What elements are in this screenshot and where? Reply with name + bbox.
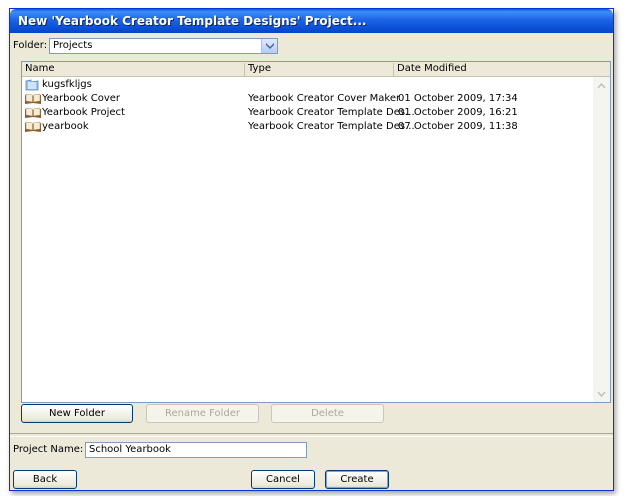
folder-icon <box>25 79 39 91</box>
file-type: Yearbook Creator Template Des... <box>248 107 415 118</box>
separator <box>10 433 613 437</box>
book-icon <box>25 121 41 132</box>
book-icon <box>25 107 41 118</box>
file-list[interactable]: Name Type Date Modified kugsfkljgs Yearb… <box>21 61 611 403</box>
file-row[interactable]: Yearbook Cover Yearbook Creator Cover Ma… <box>22 92 594 106</box>
file-row[interactable]: kugsfkljgs <box>22 78 594 92</box>
file-type: Yearbook Creator Template Des... <box>248 121 415 132</box>
file-row[interactable]: Yearbook Project Yearbook Creator Templa… <box>22 106 594 120</box>
folder-label: Folder: <box>13 40 48 51</box>
column-header-type[interactable]: Type <box>245 63 394 76</box>
file-date: 01 October 2009, 16:21 <box>398 107 518 118</box>
folder-select-value: Projects <box>53 40 93 51</box>
column-header-date[interactable]: Date Modified <box>394 63 594 76</box>
file-name: kugsfkljgs <box>42 79 92 90</box>
file-name: yearbook <box>42 121 89 132</box>
file-row[interactable]: yearbook Yearbook Creator Template Des..… <box>22 120 594 134</box>
scroll-up-icon[interactable] <box>593 78 610 94</box>
file-date: 07 October 2009, 11:38 <box>398 121 518 132</box>
folder-dropdown-button[interactable] <box>261 39 277 53</box>
rename-folder-button[interactable]: Rename Folder <box>146 404 259 423</box>
new-folder-button[interactable]: New Folder <box>21 404 133 423</box>
vertical-scrollbar[interactable] <box>593 62 610 402</box>
book-icon <box>25 93 41 104</box>
file-date: 01 October 2009, 17:34 <box>398 93 518 104</box>
project-name-input[interactable]: School Yearbook <box>85 442 307 458</box>
file-name: Yearbook Cover <box>42 93 121 104</box>
chevron-down-icon <box>266 43 274 49</box>
new-project-dialog: New 'Yearbook Creator Template Designs' … <box>9 8 614 491</box>
scrollbar-corner <box>593 62 610 77</box>
project-name-label: Project Name: <box>13 444 84 455</box>
create-button[interactable]: Create <box>325 470 389 489</box>
file-list-header: Name Type Date Modified <box>22 62 594 77</box>
window-title: New 'Yearbook Creator Template Designs' … <box>18 14 367 28</box>
file-type: Yearbook Creator Cover Maker <box>248 93 401 104</box>
title-bar[interactable]: New 'Yearbook Creator Template Designs' … <box>10 9 613 33</box>
scroll-down-icon[interactable] <box>593 386 610 402</box>
folder-select[interactable]: Projects <box>49 38 278 54</box>
delete-button[interactable]: Delete <box>271 404 384 423</box>
back-button[interactable]: Back <box>13 470 77 489</box>
cancel-button[interactable]: Cancel <box>251 470 315 489</box>
file-name: Yearbook Project <box>42 107 125 118</box>
column-header-name[interactable]: Name <box>22 63 245 76</box>
